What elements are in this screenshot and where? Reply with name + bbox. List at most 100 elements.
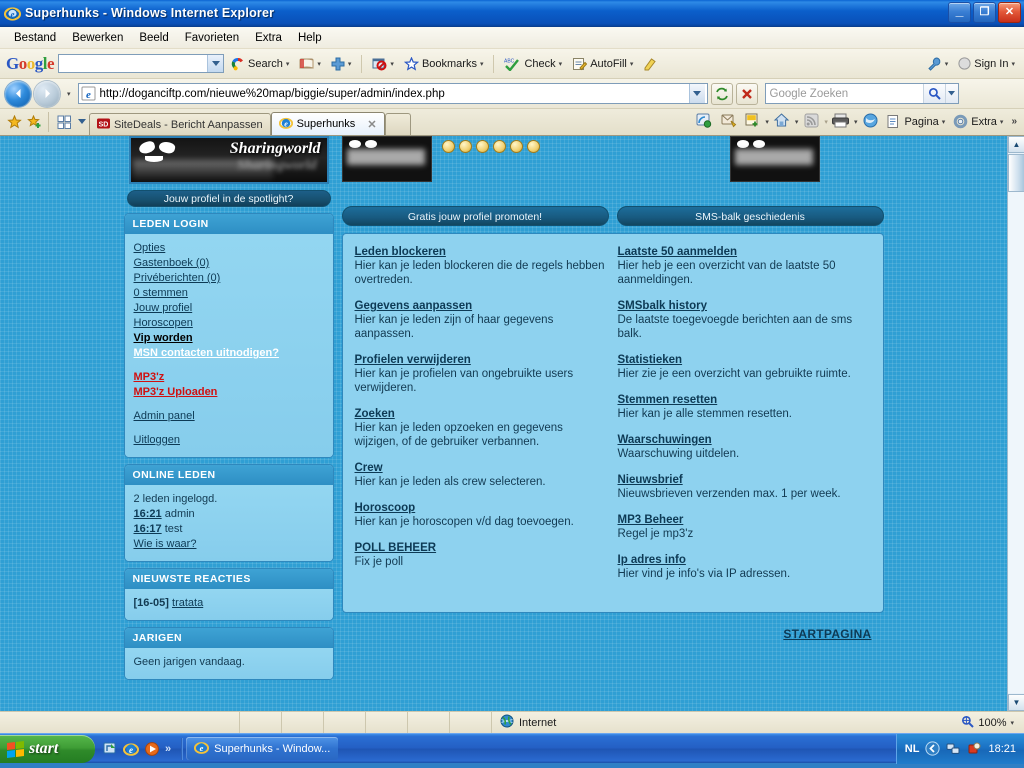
admin-link-crew[interactable]: Crew xyxy=(355,462,383,474)
forward-button[interactable] xyxy=(34,80,60,107)
history-dropdown-icon[interactable]: ▾ xyxy=(67,90,71,98)
admin-link-profielen-verwijderen[interactable]: Profielen verwijderen xyxy=(355,354,471,366)
read-mail-icon[interactable] xyxy=(717,110,739,130)
media-player-quicklaunch-icon[interactable] xyxy=(144,741,160,757)
admin-link-leden-blockeren[interactable]: Leden blockeren xyxy=(355,246,446,258)
chevron-down-icon[interactable]: ▾ xyxy=(1000,118,1004,126)
menu-item-favorieten[interactable]: Favorieten xyxy=(177,30,247,46)
menu-item-beeld[interactable]: Beeld xyxy=(131,30,176,46)
chevron-down-icon[interactable]: ▾ xyxy=(348,60,352,68)
print-preview-icon[interactable] xyxy=(741,110,763,130)
google-bookmarks-button[interactable]: Bookmarks ▾ xyxy=(401,55,487,73)
google-autofill-button[interactable]: AutoFill ▾ xyxy=(569,55,636,73)
chevron-down-icon[interactable]: ▾ xyxy=(480,60,484,68)
quick-launch-overflow-icon[interactable]: » xyxy=(165,743,171,755)
admin-link-poll-beheer[interactable]: POLL BEHEER xyxy=(355,542,437,554)
sidebar-link-opties[interactable]: Opties xyxy=(134,241,324,256)
page-menu-button[interactable]: Pagina ▾ xyxy=(883,112,948,131)
chevron-down-icon[interactable]: ▾ xyxy=(795,118,799,126)
zoom-control[interactable]: 100% ▾ xyxy=(961,715,1024,731)
chevron-down-icon[interactable]: ▾ xyxy=(630,60,634,68)
chevron-down-icon[interactable]: ▾ xyxy=(1011,60,1015,68)
tools-menu-button[interactable]: Extra ▾ xyxy=(950,112,1006,131)
online-member-row[interactable]: 16:17 test xyxy=(134,522,324,537)
antivirus-icon[interactable] xyxy=(967,741,982,756)
back-button[interactable] xyxy=(5,80,31,107)
admin-link-mp3-beheer[interactable]: MP3 Beheer xyxy=(618,514,684,526)
smiley-icon[interactable] xyxy=(441,140,455,153)
chevron-down-icon[interactable]: ▾ xyxy=(765,118,769,126)
clock[interactable]: 18:21 xyxy=(988,743,1016,755)
search-provider-dropdown-icon[interactable] xyxy=(944,84,958,103)
scroll-down-button[interactable]: ▼ xyxy=(1008,694,1024,711)
sidebar-link-uitloggen[interactable]: Uitloggen xyxy=(134,433,324,448)
promote-profile-button[interactable]: Gratis jouw profiel promoten! xyxy=(341,206,609,226)
startpagina-link[interactable]: STARTPAGINA xyxy=(783,627,871,641)
zoom-dropdown-icon[interactable]: ▾ xyxy=(1010,719,1014,727)
admin-link-statistieken[interactable]: Statistieken xyxy=(618,354,683,366)
chevron-down-icon[interactable] xyxy=(207,55,224,72)
minimize-button[interactable]: _ xyxy=(948,2,971,23)
google-add-button[interactable]: ▾ xyxy=(328,55,355,73)
sidebar-link-horoscopen[interactable]: Horoscopen xyxy=(134,316,324,331)
admin-link-nieuwsbrief[interactable]: Nieuwsbrief xyxy=(618,474,683,486)
start-button[interactable]: start xyxy=(0,735,95,763)
menu-item-bestand[interactable]: Bestand xyxy=(6,30,64,46)
add-to-favorites-icon[interactable] xyxy=(24,112,44,132)
sidebar-link-stemmen[interactable]: 0 stemmen xyxy=(134,286,324,301)
admin-link-stemmen-resetten[interactable]: Stemmen resetten xyxy=(618,394,718,406)
sidebar-link-mp3z-uploaden[interactable]: MP3'z Uploaden xyxy=(134,385,324,400)
smiley-icon[interactable] xyxy=(475,140,489,153)
sidebar-link-vip-worden[interactable]: Vip worden xyxy=(134,331,324,346)
smiley-icon[interactable] xyxy=(509,140,523,153)
sidebar-link-jouw-profiel[interactable]: Jouw profiel xyxy=(134,301,324,316)
google-search-button[interactable]: Search ▾ xyxy=(228,55,292,73)
sidebar-link-msn-contacten[interactable]: MSN contacten uitnodigen? xyxy=(134,346,324,361)
scrollbar-track[interactable] xyxy=(1008,192,1024,693)
tab-close-icon[interactable]: ✕ xyxy=(367,118,376,131)
close-button[interactable]: ✕ xyxy=(998,2,1021,23)
admin-link-waarschuwingen[interactable]: Waarschuwingen xyxy=(618,434,712,446)
online-member-row[interactable]: 16:21 admin xyxy=(134,507,324,522)
taskbar-item-superhunks[interactable]: e Superhunks - Window... xyxy=(186,737,339,760)
feeds-discovered-icon[interactable] xyxy=(693,110,715,130)
tab-sitedeals[interactable]: SD SiteDeals - Bericht Aanpassen xyxy=(89,113,271,135)
admin-link-smsbalk-history[interactable]: SMSbalk history xyxy=(618,300,707,312)
sidebar-link-gastenboek[interactable]: Gastenboek (0) xyxy=(134,256,324,271)
tab-list-dropdown-icon[interactable] xyxy=(75,112,89,132)
chevron-down-icon[interactable]: ▾ xyxy=(942,118,946,126)
menu-item-help[interactable]: Help xyxy=(290,30,330,46)
admin-link-ip-adres-info[interactable]: Ip adres info xyxy=(618,554,686,566)
new-tab-button[interactable] xyxy=(384,113,411,135)
google-signin-button[interactable]: Sign In ▾ xyxy=(955,55,1018,72)
reaction-link[interactable]: tratata xyxy=(172,597,203,609)
smiley-icon[interactable] xyxy=(526,140,540,153)
language-indicator[interactable]: NL xyxy=(905,743,920,755)
scrollbar-thumb[interactable] xyxy=(1008,154,1024,192)
google-settings-button[interactable]: ▾ xyxy=(924,55,952,73)
sms-history-button[interactable]: SMS-balk geschiedenis xyxy=(616,206,884,226)
admin-link-gegevens-aanpassen[interactable]: Gegevens aanpassen xyxy=(355,300,473,312)
chevron-down-icon[interactable]: ▾ xyxy=(559,60,563,68)
spotlight-button[interactable]: Jouw profiel in de spotlight? xyxy=(126,190,331,207)
security-zone[interactable]: Internet xyxy=(492,714,556,731)
url-dropdown-icon[interactable] xyxy=(688,84,705,103)
vertical-scrollbar[interactable]: ▲ ▼ xyxy=(1007,136,1024,711)
smiley-icon[interactable] xyxy=(492,140,506,153)
chevron-down-icon[interactable]: ▾ xyxy=(390,60,394,68)
smiley-icon[interactable] xyxy=(458,140,472,153)
url-bar[interactable]: e http://doganciftp.com/nieuwe%20map/big… xyxy=(77,83,708,104)
menu-item-bewerken[interactable]: Bewerken xyxy=(64,30,131,46)
chevron-down-icon[interactable]: ▾ xyxy=(286,60,290,68)
internet-explorer-quicklaunch-icon[interactable]: e xyxy=(123,741,139,757)
show-desktop-icon[interactable] xyxy=(102,741,118,757)
page-blue-icon[interactable] xyxy=(859,110,881,130)
favorites-center-icon[interactable] xyxy=(4,112,24,132)
sidebar-link-wie-is-waar[interactable]: Wie is waar? xyxy=(134,537,324,552)
profile-thumbnail[interactable] xyxy=(341,136,432,182)
google-highlighter-button[interactable] xyxy=(640,55,660,73)
google-book-button[interactable]: ▾ xyxy=(296,55,324,72)
search-go-icon[interactable] xyxy=(922,84,945,103)
sidebar-link-admin-panel[interactable]: Admin panel xyxy=(134,409,324,424)
network-icon[interactable] xyxy=(946,741,961,756)
